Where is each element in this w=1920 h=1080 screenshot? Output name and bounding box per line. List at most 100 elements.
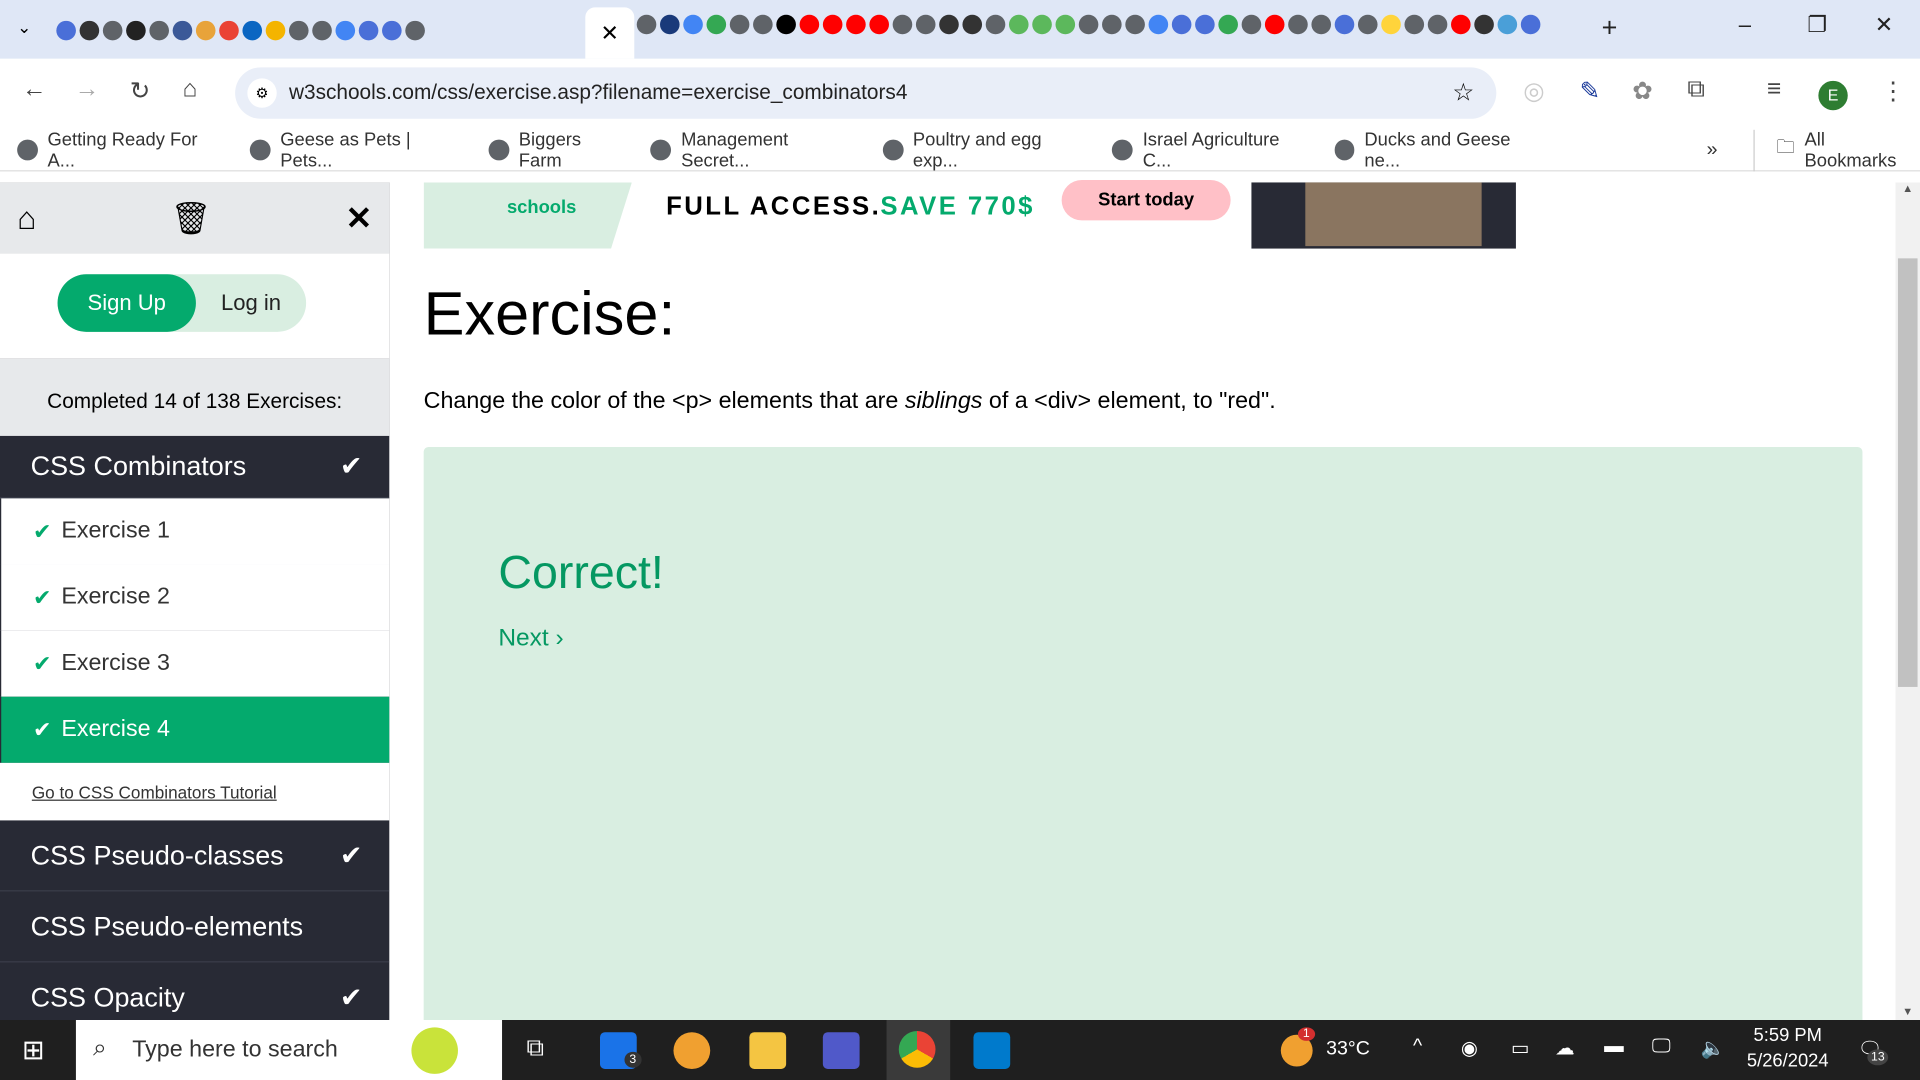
meet-icon[interactable]: ▭ bbox=[1511, 1036, 1530, 1060]
bookmark-item[interactable]: Ducks and Geese ne... bbox=[1334, 129, 1549, 171]
bookmark-item[interactable]: Getting Ready For A... bbox=[17, 129, 227, 171]
category-item[interactable]: CSS Pseudo-elements bbox=[0, 891, 390, 963]
bookmark-label: Getting Ready For A... bbox=[47, 129, 198, 171]
settings-extension-icon[interactable]: ✿ bbox=[1632, 76, 1653, 107]
reload-icon[interactable]: ↻ bbox=[130, 76, 151, 107]
home-icon[interactable]: ⌂ bbox=[182, 76, 197, 104]
bookmark-item[interactable]: Management Secret... bbox=[650, 129, 860, 171]
bookmark-label: Biggers Farm bbox=[518, 129, 582, 171]
search-placeholder: Type here to search bbox=[132, 1037, 338, 1063]
record-icon[interactable]: ◉ bbox=[1461, 1036, 1478, 1060]
notifications-icon[interactable]: 🗨 13 bbox=[1858, 1037, 1889, 1066]
mail-icon[interactable]: 3 bbox=[600, 1032, 642, 1069]
log-in-button[interactable]: Log in bbox=[196, 274, 306, 332]
trash-icon[interactable]: 🗑 bbox=[171, 199, 211, 237]
file-explorer-icon[interactable] bbox=[749, 1032, 787, 1069]
start-today-button[interactable]: Start today bbox=[1061, 180, 1231, 221]
extension-icon[interactable]: ◎ bbox=[1523, 76, 1544, 107]
browser-toolbar: ← → ↻ ⌂ ⚙ w3schools.com/css/exercise.asp… bbox=[0, 58, 1920, 130]
bookmark-label: Ducks and Geese ne... bbox=[1364, 129, 1511, 171]
exercise-item[interactable]: ✔ Exercise 2 bbox=[0, 564, 390, 631]
category-label: CSS Combinators bbox=[30, 450, 247, 482]
bookmark-item[interactable]: Biggers Farm bbox=[488, 129, 627, 171]
instruction-emphasis: siblings bbox=[904, 388, 983, 414]
teams-icon[interactable] bbox=[822, 1032, 860, 1069]
more-bookmarks-icon[interactable]: » bbox=[1707, 139, 1718, 161]
home-icon[interactable]: ⌂ bbox=[17, 199, 36, 237]
volume-icon[interactable]: 🔈 bbox=[1701, 1036, 1725, 1060]
close-icon[interactable]: ✕ bbox=[346, 199, 373, 237]
exercise-sidebar: ⌂ 🗑 ✕ Sign Up Log in Completed 14 of 138… bbox=[0, 182, 390, 1021]
active-tab-close-icon[interactable]: ✕ bbox=[585, 7, 635, 59]
battery-icon[interactable]: ▬ bbox=[1604, 1036, 1624, 1058]
globe-icon bbox=[17, 139, 38, 161]
category-item[interactable]: CSS Opacity ✔ bbox=[0, 962, 389, 1020]
bookmark-item[interactable]: Israel Agriculture C... bbox=[1112, 129, 1310, 171]
weather-icon[interactable]: 1 bbox=[1280, 1027, 1315, 1067]
exercise-label: Exercise 2 bbox=[61, 584, 170, 610]
other-tabs[interactable] bbox=[636, 14, 1541, 35]
check-icon: ✔ bbox=[33, 716, 52, 742]
banner-headline: FULL ACCESS. bbox=[666, 192, 882, 221]
restore-button[interactable]: ❐ bbox=[1807, 12, 1827, 38]
exercise-item[interactable]: ✔ Exercise 1 bbox=[0, 498, 390, 565]
chrome-taskbar-button[interactable] bbox=[886, 1020, 951, 1080]
exercise-item-active[interactable]: ✔ Exercise 4 bbox=[0, 696, 390, 763]
folder-icon: 🗀 bbox=[1776, 137, 1795, 158]
minimize-button[interactable]: – bbox=[1739, 12, 1751, 38]
back-icon[interactable]: ← bbox=[22, 76, 46, 104]
auth-section: Sign Up Log in bbox=[0, 253, 390, 359]
bookmark-item[interactable]: Geese as Pets | Pets... bbox=[249, 129, 465, 171]
task-view-icon[interactable]: ⧉ bbox=[527, 1035, 544, 1063]
tab-search-icon[interactable]: ⌄ bbox=[17, 17, 31, 38]
eyedropper-icon[interactable]: ✎ bbox=[1580, 76, 1601, 107]
site-info-icon[interactable]: ⚙ bbox=[247, 78, 277, 108]
globe-icon bbox=[1112, 139, 1133, 161]
forward-icon[interactable]: → bbox=[75, 76, 99, 104]
result-panel: Correct! Next › bbox=[423, 446, 1863, 1035]
windows-start-icon[interactable]: ⊞ bbox=[22, 1035, 45, 1067]
bookmark-item[interactable]: Poultry and egg exp... bbox=[882, 129, 1090, 171]
exercise-item[interactable]: ✔ Exercise 3 bbox=[0, 630, 390, 697]
show-hidden-icons[interactable]: ^ bbox=[1413, 1036, 1422, 1058]
chrome-icon bbox=[898, 1031, 936, 1068]
all-bookmarks-button[interactable]: 🗀 All Bookmarks bbox=[1753, 129, 1920, 171]
windows-taskbar: ⊞ ⌕ Type here to search ⧉ 3 1 33°C ^ ◉ ▭… bbox=[0, 1020, 1920, 1080]
menu-icon[interactable]: ⋮ bbox=[1881, 76, 1905, 107]
url-text[interactable]: w3schools.com/css/exercise.asp?filename=… bbox=[289, 81, 907, 105]
extensions-puzzle-icon[interactable]: ⧉ bbox=[1687, 76, 1704, 104]
media-control-icon[interactable]: ≡ bbox=[1767, 76, 1781, 104]
sidebar-top-bar: ⌂ 🗑 ✕ bbox=[0, 182, 390, 254]
taskbar-search[interactable]: ⌕ Type here to search bbox=[75, 1020, 503, 1080]
category-css-combinators[interactable]: CSS Combinators ✔ bbox=[0, 436, 390, 499]
sign-up-button[interactable]: Sign Up bbox=[57, 274, 196, 332]
bookmark-star-icon[interactable]: ☆ bbox=[1452, 77, 1474, 108]
onedrive-icon[interactable]: ☁ bbox=[1555, 1036, 1575, 1060]
tutorial-link[interactable]: Go to CSS Combinators Tutorial bbox=[0, 762, 390, 821]
next-link[interactable]: Next › bbox=[498, 624, 563, 652]
scrollbar-thumb[interactable] bbox=[1897, 258, 1918, 687]
next-label: Next bbox=[498, 624, 549, 652]
profile-avatar[interactable]: E bbox=[1818, 80, 1848, 111]
check-icon: ✔ bbox=[339, 981, 363, 1013]
notifications-badge: 13 bbox=[1867, 1049, 1889, 1066]
category-item[interactable]: CSS Pseudo-classes ✔ bbox=[0, 820, 390, 892]
rewards-icon[interactable] bbox=[673, 1032, 711, 1069]
check-icon: ✔ bbox=[33, 650, 52, 676]
exercise-label: Exercise 1 bbox=[61, 517, 170, 544]
auth-toggle: Sign Up Log in bbox=[57, 274, 307, 332]
globe-icon bbox=[650, 139, 672, 161]
network-icon[interactable]: 🖵 bbox=[1652, 1036, 1671, 1058]
new-tab-button[interactable]: + bbox=[1602, 12, 1618, 44]
chevron-right-icon: › bbox=[555, 624, 564, 652]
page-title: Exercise: bbox=[423, 279, 676, 348]
clock[interactable]: 5:59 PM 5/26/2024 bbox=[1744, 1025, 1832, 1072]
close-window-button[interactable]: ✕ bbox=[1875, 12, 1893, 38]
pinned-tabs[interactable] bbox=[56, 15, 425, 47]
category-label: CSS Pseudo-elements bbox=[30, 910, 304, 942]
address-bar[interactable]: ⚙ w3schools.com/css/exercise.asp?filenam… bbox=[235, 67, 1497, 119]
ad-banner[interactable]: schools FULL ACCESS. SAVE 770$ Start tod… bbox=[423, 180, 1516, 249]
search-icon: ⌕ bbox=[93, 1034, 107, 1062]
temperature: 33°C bbox=[1326, 1038, 1370, 1060]
vscode-icon[interactable] bbox=[973, 1032, 1011, 1069]
